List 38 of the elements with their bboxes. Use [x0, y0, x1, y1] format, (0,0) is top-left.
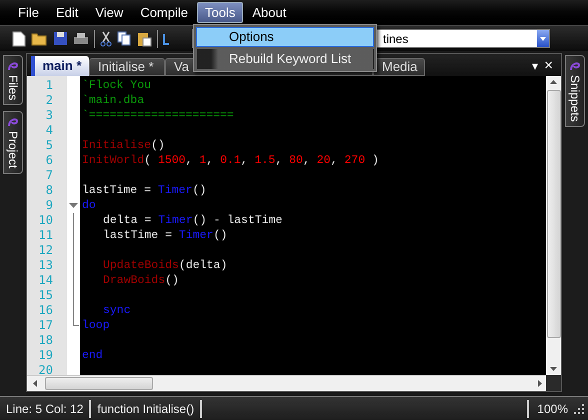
line-number: 5: [44, 138, 54, 153]
code-line: InitWorld( 1500, 1, 0.1, 1.5, 80, 20, 270 ): [82, 154, 379, 167]
line-number: 16: [38, 303, 54, 318]
line-number: 1: [44, 78, 54, 93]
line-number: 7: [44, 168, 54, 183]
line-number: 3: [44, 108, 54, 123]
combo-value: tines: [383, 30, 408, 48]
line-number: 19: [38, 348, 54, 363]
code-line: sync: [102, 304, 131, 317]
line-number: 8: [44, 183, 54, 198]
code-line: `Flock You: [82, 79, 152, 92]
line-number: 2: [44, 93, 54, 108]
code-line: `=====================: [82, 109, 234, 122]
code-line: DrawBoids(): [102, 274, 179, 287]
line-number: 10: [38, 213, 54, 228]
code-line: UpdateBoids(delta): [102, 259, 228, 272]
zoom-level: 100%: [527, 400, 568, 418]
line-number: 9: [44, 198, 54, 213]
line-number: 6: [44, 153, 54, 168]
cursor-position: Line: 5 Col: 12: [0, 400, 92, 418]
line-number: 15: [38, 288, 54, 303]
line-number: 12: [38, 243, 54, 258]
code-line: lastTime = Timer(): [82, 184, 206, 197]
code-line: loop: [82, 319, 110, 332]
line-number: 4: [44, 123, 54, 138]
code-line: lastTime = Timer(): [102, 229, 228, 242]
code-line: `main.dba: [82, 94, 144, 107]
line-number: 18: [38, 333, 54, 348]
line-number: 17: [38, 318, 54, 333]
line-number: 14: [38, 273, 54, 288]
line-number: 13: [38, 258, 54, 273]
code-line: delta = Timer() - lastTime: [102, 214, 282, 227]
code-line: end: [82, 349, 103, 362]
line-number: 11: [38, 228, 54, 243]
current-function: function Initialise(): [91, 400, 202, 418]
code-line: do: [82, 199, 96, 212]
code-line: Initialise(): [82, 139, 165, 152]
line-number: 20: [38, 363, 54, 378]
